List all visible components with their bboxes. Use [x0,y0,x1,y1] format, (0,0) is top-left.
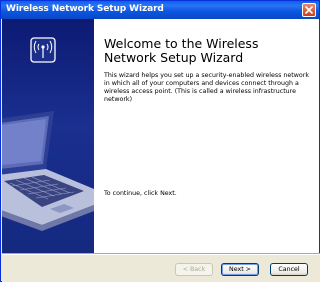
wizard-side-panel [2,19,94,253]
close-button[interactable] [302,3,316,17]
wizard-content: Welcome to the Wireless Network Setup Wi… [94,19,319,253]
cancel-button[interactable]: Cancel [270,263,308,276]
wireless-antenna-icon [30,37,56,63]
continue-hint: To continue, click Next. [104,190,177,197]
close-icon [305,6,313,14]
laptop-illustration [2,111,94,231]
wizard-description: This wizard helps you set up a security-… [104,72,309,103]
window-title: Wireless Network Setup Wizard [6,4,164,14]
button-bar: < Back Next > Cancel [2,255,320,282]
next-button[interactable]: Next > [221,263,259,276]
wizard-heading: Welcome to the Wireless Network Setup Wi… [104,36,259,65]
wizard-window: Wireless Network Setup Wizard Welcome to… [0,0,320,282]
back-button[interactable]: < Back [175,263,213,276]
title-bar[interactable]: Wireless Network Setup Wizard [1,1,319,19]
